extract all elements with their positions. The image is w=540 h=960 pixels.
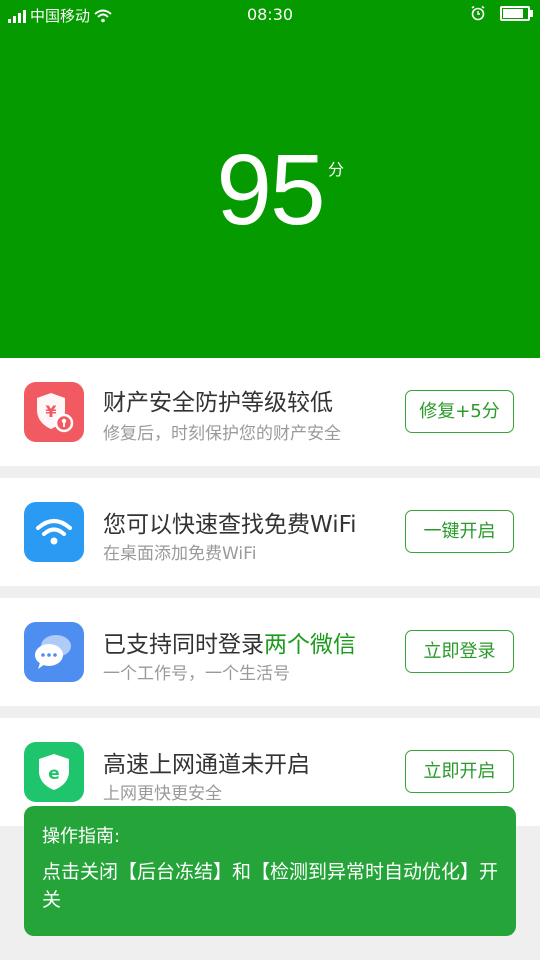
wechat-icon [24,622,84,682]
operation-guide-toast: 操作指南: 点击关闭【后台冻结】和【检测到异常时自动优化】开关 [24,806,516,936]
enable-wifi-button[interactable]: 一键开启 [405,510,514,553]
shield-yen-icon: ¥ [24,382,84,442]
svg-text:e: e [48,764,60,784]
shield-browser-icon: e [24,742,84,802]
enable-now-button[interactable]: 立即开启 [405,750,514,793]
fix-button[interactable]: 修复+5分 [405,390,514,433]
card-subtitle: 上网更快更安全 [103,784,222,804]
card-title: 已支持同时登录两个微信 [103,625,356,659]
alarm-icon [471,5,485,21]
card-title-highlight: 两个微信 [264,632,356,658]
card-subtitle: 一个工作号，一个生活号 [103,664,290,684]
card-title: 您可以快速查找免费WiFi [103,512,357,538]
score-header: 中国移动 08:30 95 分 [0,0,540,358]
card-free-wifi[interactable]: 您可以快速查找免费WiFi 在桌面添加免费WiFi 一键开启 [0,478,540,586]
score-value: 95 [216,134,325,246]
card-title: 财产安全防护等级较低 [103,390,333,416]
card-dual-wechat[interactable]: 已支持同时登录两个微信 一个工作号，一个生活号 立即登录 [0,598,540,706]
security-score: 95 分 [0,140,540,240]
card-title: 高速上网通道未开启 [103,752,310,778]
guide-title: 操作指南: [42,826,121,847]
guide-body: 点击关闭【后台冻结】和【检测到异常时自动优化】开关 [42,861,499,911]
clock: 08:30 [246,5,294,24]
battery-icon [500,5,533,21]
score-unit: 分 [328,160,345,179]
card-subtitle: 在桌面添加免费WiFi [103,544,257,564]
login-now-button[interactable]: 立即登录 [405,630,514,673]
card-subtitle: 修复后，时刻保护您的财产安全 [103,424,341,444]
svg-text:¥: ¥ [45,402,56,421]
status-bar: 中国移动 08:30 [0,0,540,30]
card-property-security[interactable]: ¥ 财产安全防护等级较低 修复后，时刻保护您的财产安全 修复+5分 [0,358,540,466]
wifi-icon [24,502,84,562]
card-title-prefix: 已支持同时登录 [103,632,264,658]
